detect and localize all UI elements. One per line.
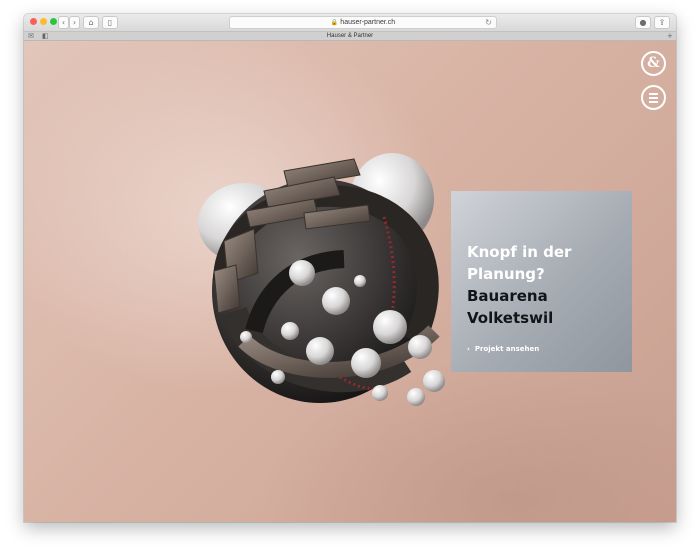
logo-button[interactable]: & xyxy=(641,51,666,76)
back-button[interactable]: ‹ xyxy=(58,16,69,29)
minimize-window-button[interactable] xyxy=(40,18,47,25)
project-title-line: Bauarena xyxy=(467,287,548,305)
browser-window: ‹ › ⌂ ▯ 🔒 hauser-partner.ch ↻ ● ⇪ ✉ ◧ Hau… xyxy=(24,14,676,522)
project-title-line: Volketswil xyxy=(467,309,554,327)
share-button[interactable]: ⇪ xyxy=(654,16,670,29)
sculpture-image xyxy=(198,153,445,406)
project-title: Knopf in der Planung? Bauarena Volketswi… xyxy=(467,241,627,329)
tab-bar: ✉ ◧ Hauser & Partner + xyxy=(24,32,676,41)
address-bar[interactable]: 🔒 hauser-partner.ch ↻ xyxy=(229,16,497,29)
zoom-window-button[interactable] xyxy=(50,18,57,25)
view-project-label: Projekt ansehen xyxy=(474,345,540,353)
sidebar-toggle-button[interactable]: ▯ xyxy=(102,16,118,29)
url-text: hauser-partner.ch xyxy=(340,19,396,26)
lock-icon: 🔒 xyxy=(330,19,339,26)
project-title-line: Knopf in der xyxy=(467,243,572,261)
close-window-button[interactable] xyxy=(30,18,37,25)
new-tab-button[interactable]: + xyxy=(667,32,673,40)
forward-button[interactable]: › xyxy=(69,16,80,29)
browser-toolbar: ‹ › ⌂ ▯ 🔒 hauser-partner.ch ↻ ● ⇪ xyxy=(24,14,676,32)
menu-button[interactable] xyxy=(641,85,666,110)
view-project-link[interactable]: › Projekt ansehen xyxy=(467,345,539,353)
chevron-right-icon: › xyxy=(467,345,470,353)
project-title-line: Planung? xyxy=(467,265,545,283)
page-content: & Knopf in der Planung? Bauarena Volkets… xyxy=(24,41,676,522)
home-button[interactable]: ⌂ xyxy=(83,16,99,29)
tab-title[interactable]: Hauser & Partner xyxy=(24,32,676,40)
reload-icon[interactable]: ↻ xyxy=(485,17,492,28)
project-teaser-card[interactable]: Knopf in der Planung? Bauarena Volketswi… xyxy=(451,191,632,372)
extension-button[interactable]: ● xyxy=(635,16,651,29)
